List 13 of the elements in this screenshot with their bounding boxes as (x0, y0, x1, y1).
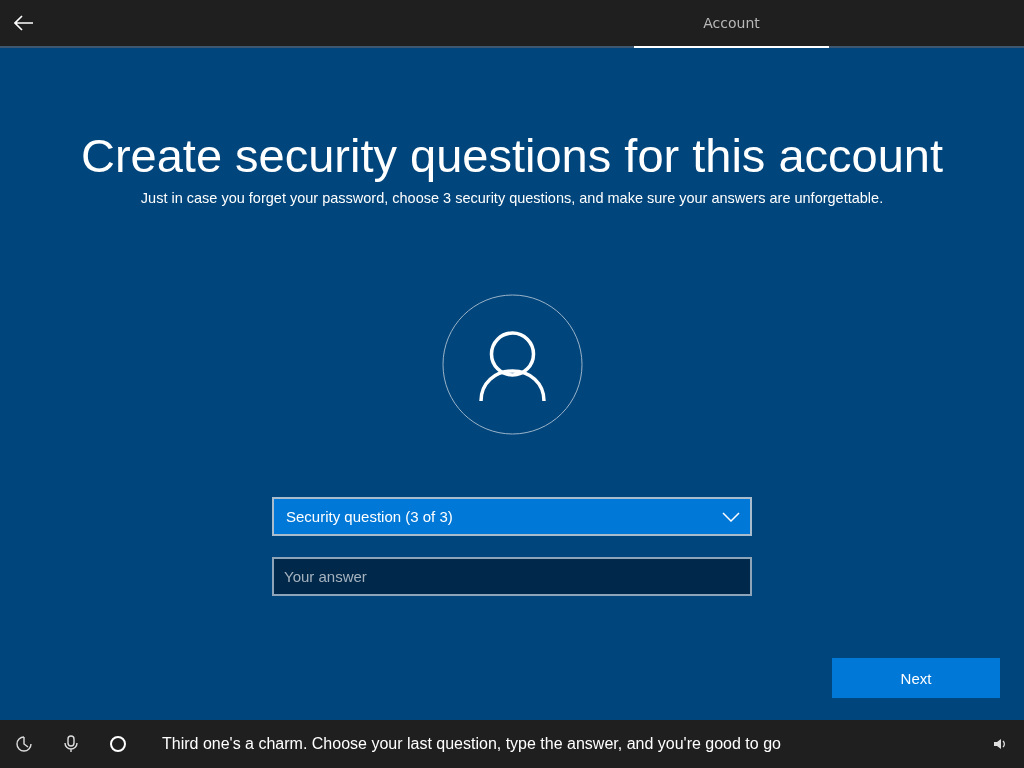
user-avatar-icon (441, 294, 583, 435)
answer-input-field[interactable]: Your answer (272, 557, 752, 596)
circle-icon[interactable] (109, 735, 127, 753)
chevron-down-icon (722, 511, 740, 522)
next-button[interactable]: Next (832, 658, 1000, 698)
assistant-message: Third one's a charm. Choose your last question, type the answer, and you're good to go (162, 735, 782, 753)
back-arrow-icon (14, 15, 34, 31)
microphone-icon[interactable] (64, 735, 78, 753)
page-title: Create security questions for this account (80, 128, 944, 184)
speaker-icon[interactable] (992, 736, 1008, 752)
account-tab[interactable]: Account (634, 0, 829, 48)
page-subtitle: Just in case you forget your password, choose 3 security questions, and make sure your answers are unforgettable. (140, 190, 884, 206)
security-question-dropdown[interactable]: Security question (3 of 3) (272, 497, 752, 536)
